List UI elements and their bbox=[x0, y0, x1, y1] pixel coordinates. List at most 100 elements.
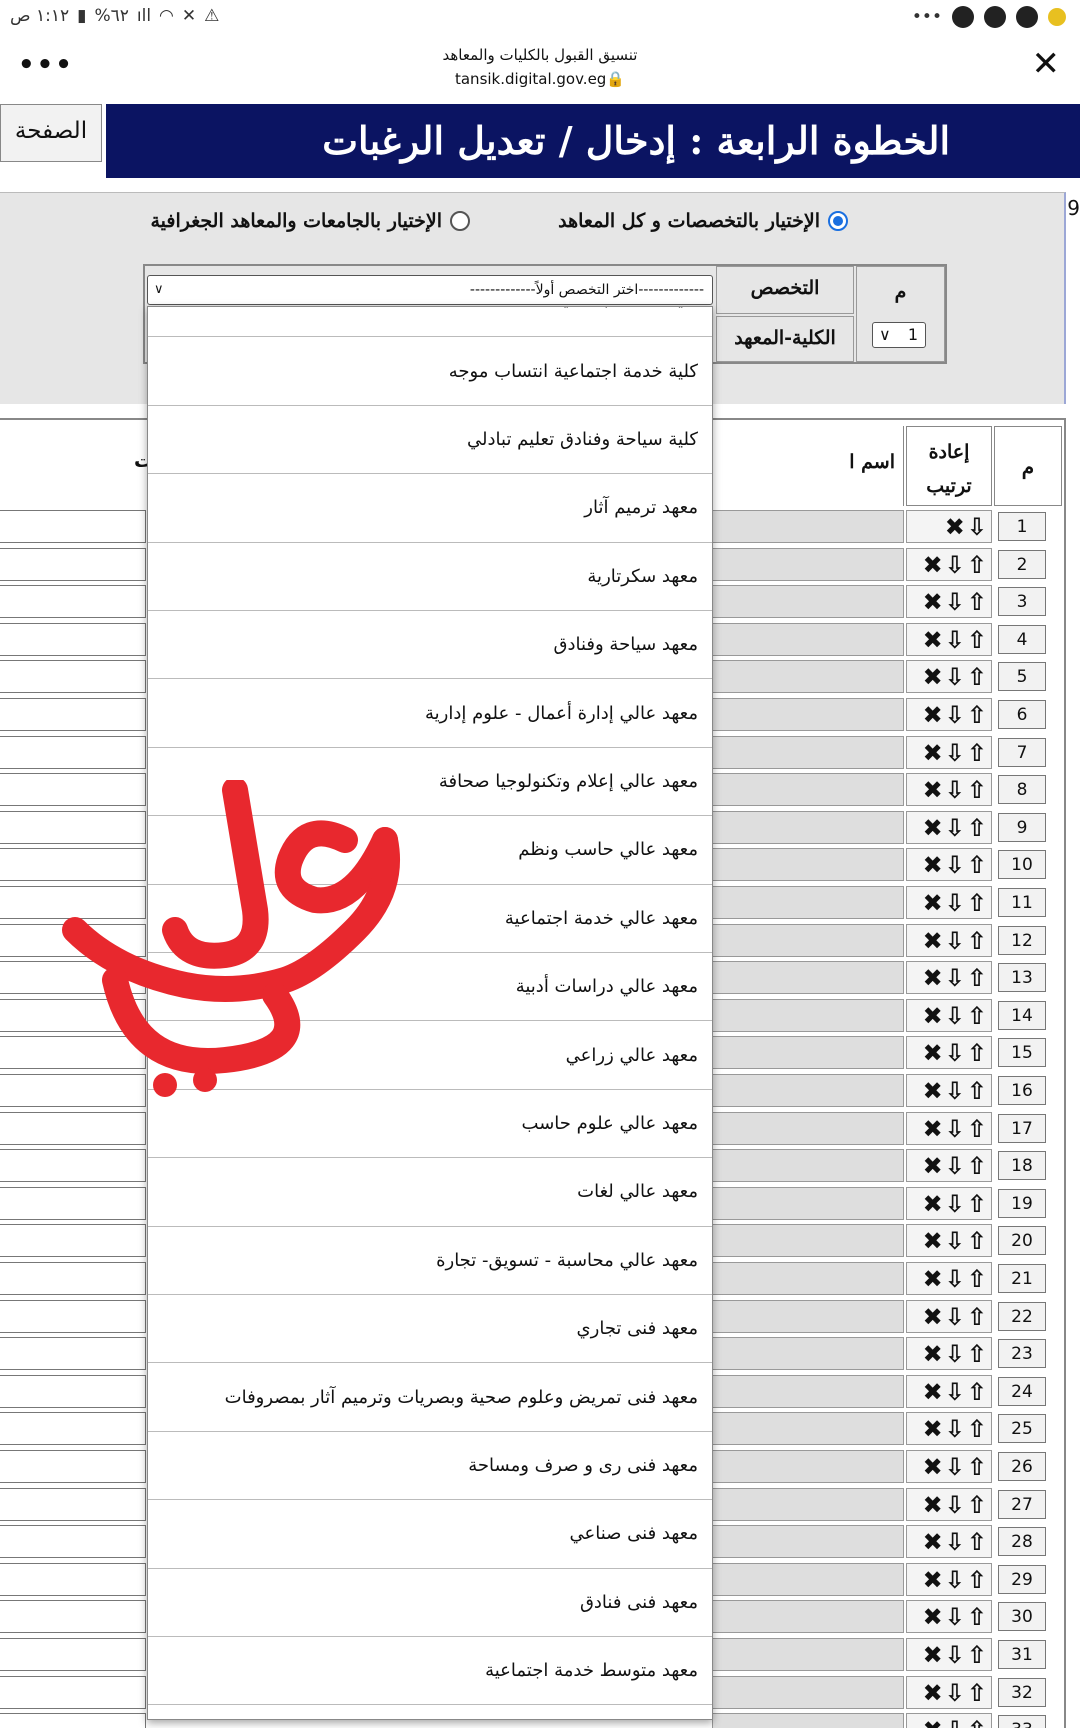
dropdown-option[interactable]: معهد فنى فنادق bbox=[148, 1569, 712, 1637]
wish-extra-cell bbox=[0, 1713, 146, 1728]
page-button[interactable]: الصفحة bbox=[0, 104, 102, 162]
reorder-controls[interactable]: ✖⇩⇧ bbox=[906, 1450, 992, 1483]
wish-extra-cell bbox=[0, 1562, 146, 1596]
row-number: 25 bbox=[998, 1414, 1046, 1444]
notification-icon bbox=[1048, 8, 1066, 26]
wish-name-cell bbox=[712, 773, 904, 807]
more-icon: ••• bbox=[911, 7, 942, 27]
reorder-controls[interactable]: ✖⇩⇧ bbox=[906, 848, 992, 882]
wish-extra-cell bbox=[0, 585, 146, 619]
dropdown-option[interactable]: معهد عالي محاسبة - تسويق- تجارة bbox=[148, 1227, 712, 1295]
radio-specialties[interactable]: الإختيار بالتخصصات و كل المعاهد bbox=[558, 210, 848, 232]
specialty-label: التخصص bbox=[750, 277, 820, 299]
reorder-controls[interactable]: ✖⇩⇧ bbox=[906, 1337, 992, 1371]
reorder-controls[interactable]: ✖⇩⇧ bbox=[906, 698, 992, 731]
reorder-controls[interactable]: ✖⇩⇧ bbox=[906, 1675, 992, 1709]
specialty-select[interactable]: -------------اختر التخصص أولاً----------… bbox=[147, 275, 713, 305]
mute-icon: ✕ bbox=[181, 6, 197, 26]
dropdown-option[interactable]: معهد فنى صناعي bbox=[148, 1500, 712, 1569]
radio-unselected-icon[interactable] bbox=[450, 211, 470, 231]
dropdown-option[interactable]: معهد سكرتارية bbox=[148, 543, 712, 611]
reorder-controls[interactable]: ✖⇩⇧ bbox=[906, 1713, 992, 1728]
reorder-controls[interactable]: ✖⇩⇧ bbox=[906, 547, 992, 581]
wish-extra-cell bbox=[0, 1638, 146, 1671]
reorder-controls[interactable]: ✖⇩⇧ bbox=[906, 1036, 992, 1070]
reorder-controls[interactable]: ✖⇩⇧ bbox=[906, 1638, 992, 1671]
reorder-controls[interactable]: ✖⇩⇧ bbox=[906, 622, 992, 656]
reorder-controls[interactable]: ✖⇩⇧ bbox=[906, 773, 992, 807]
watermark-dot bbox=[193, 1068, 217, 1092]
dropdown-option[interactable]: معهد ترميم آثار bbox=[148, 474, 712, 543]
dropdown-option[interactable]: كلية خدمة اجتماعية bbox=[148, 307, 712, 338]
radio-universities-label: الإختيار بالجامعات والمعاهد الجغرافية bbox=[150, 210, 442, 232]
reorder-controls[interactable]: ✖⇩⇧ bbox=[906, 886, 992, 919]
reorder-controls[interactable]: ✖⇩⇧ bbox=[906, 1374, 992, 1408]
cut-off-text: 9 bbox=[1067, 196, 1080, 220]
dropdown-option[interactable]: معهد عالي لغات bbox=[148, 1158, 712, 1227]
wish-extra-cell bbox=[0, 1299, 146, 1333]
radio-specialties-label: الإختيار بالتخصصات و كل المعاهد bbox=[558, 210, 820, 232]
index-select[interactable]: ∨ 1 bbox=[872, 322, 926, 348]
dropdown-option[interactable]: كلية خدمة اجتماعية انتساب موجه bbox=[148, 337, 712, 406]
dropdown-option[interactable]: معهد متوسط خدمة اجتماعية bbox=[148, 1637, 712, 1706]
message-icon bbox=[1016, 6, 1038, 28]
row-number: 14 bbox=[998, 1000, 1046, 1030]
reorder-controls[interactable]: ✖⇩⇧ bbox=[906, 1224, 992, 1258]
row-number: 11 bbox=[998, 888, 1046, 917]
reorder-controls[interactable]: ✖⇩⇧ bbox=[906, 923, 992, 957]
row-number: 21 bbox=[998, 1264, 1046, 1293]
row-number: 23 bbox=[998, 1339, 1046, 1369]
reorder-controls[interactable]: ✖⇩⇧ bbox=[906, 735, 992, 769]
reorder-controls[interactable]: ✖⇩⇧ bbox=[906, 961, 992, 995]
reorder-controls[interactable]: ✖⇩⇧ bbox=[906, 1412, 992, 1446]
dropdown-option[interactable]: كلية سياحة وفنادق تعليم تبادلي bbox=[148, 406, 712, 475]
row-number: 6 bbox=[998, 700, 1046, 729]
reorder-controls[interactable]: ✖⇩⇧ bbox=[906, 1525, 992, 1559]
reorder-controls[interactable]: ✖⇩⇧ bbox=[906, 1600, 992, 1634]
wish-name-cell bbox=[712, 1450, 904, 1483]
wish-name-cell bbox=[712, 698, 904, 731]
specialty-label-cell: التخصص bbox=[716, 266, 854, 314]
row-number: 10 bbox=[998, 850, 1046, 880]
reorder-controls[interactable]: ✖⇩⇧ bbox=[906, 660, 992, 694]
reorder-controls[interactable]: ✖⇩⇧ bbox=[906, 1111, 992, 1145]
reorder-controls[interactable]: ✖⇩⇧ bbox=[906, 1262, 992, 1295]
reorder-label-1: إعادة bbox=[928, 441, 970, 463]
status-left: ١:١٢ ص ▮ %٦٢ ıll ◠ ✕ ⚠ bbox=[10, 6, 219, 26]
wish-extra-cell bbox=[0, 1374, 146, 1408]
dropdown-option[interactable]: معهد عالي إدارة أعمال - علوم إدارية bbox=[148, 679, 712, 748]
reorder-controls[interactable]: ✖⇩⇧ bbox=[906, 998, 992, 1032]
reorder-controls[interactable]: ✖⇩⇧ bbox=[906, 1149, 992, 1183]
grid-header-reorder: إعادة ترتيب bbox=[906, 426, 992, 506]
close-icon[interactable]: ✕ bbox=[1032, 44, 1061, 84]
dropdown-option[interactable]: معهد فنى رى و صرف ومساحة bbox=[148, 1432, 712, 1501]
wish-name-cell bbox=[712, 848, 904, 882]
reorder-controls[interactable]: ✖⇩ bbox=[906, 510, 992, 543]
wish-name-cell bbox=[712, 735, 904, 769]
reorder-controls[interactable]: ✖⇩⇧ bbox=[906, 585, 992, 619]
radio-selected-icon[interactable] bbox=[828, 211, 848, 231]
row-number: 4 bbox=[998, 624, 1046, 654]
reorder-controls[interactable]: ✖⇩⇧ bbox=[906, 1186, 992, 1220]
radio-universities[interactable]: الإختيار بالجامعات والمعاهد الجغرافية bbox=[150, 210, 470, 232]
wish-extra-cell bbox=[0, 1525, 146, 1559]
dropdown-option[interactable]: معهد فنى تجاري bbox=[148, 1295, 712, 1364]
reorder-controls[interactable]: ✖⇩⇧ bbox=[906, 1299, 992, 1333]
wish-name-cell bbox=[712, 660, 904, 694]
reorder-controls[interactable]: ✖⇩⇧ bbox=[906, 1487, 992, 1521]
dropdown-option[interactable]: معهد عالي علوم حاسب bbox=[148, 1090, 712, 1159]
college-label-cell: الكلية-المعهد bbox=[716, 316, 854, 362]
status-time: ١:١٢ ص bbox=[10, 6, 70, 26]
dropdown-option[interactable]: معهد سياحة وفنادق bbox=[148, 611, 712, 680]
reorder-controls[interactable]: ✖⇩⇧ bbox=[906, 1074, 992, 1107]
row-number: 24 bbox=[998, 1376, 1046, 1406]
reorder-controls[interactable]: ✖⇩⇧ bbox=[906, 810, 992, 844]
browser-title: تنسيق القبول بالكليات والمعاهد bbox=[442, 46, 638, 64]
status-right: ••• bbox=[912, 6, 1066, 28]
row-number: 31 bbox=[998, 1640, 1046, 1669]
row-number: 30 bbox=[998, 1602, 1046, 1632]
snapchat-icon bbox=[984, 6, 1006, 28]
reorder-controls[interactable]: ✖⇩⇧ bbox=[906, 1562, 992, 1596]
index-select-value: 1 bbox=[907, 325, 918, 344]
dropdown-option[interactable]: معهد فنى تمريض وعلوم صحية وبصريات وترميم… bbox=[148, 1363, 712, 1432]
